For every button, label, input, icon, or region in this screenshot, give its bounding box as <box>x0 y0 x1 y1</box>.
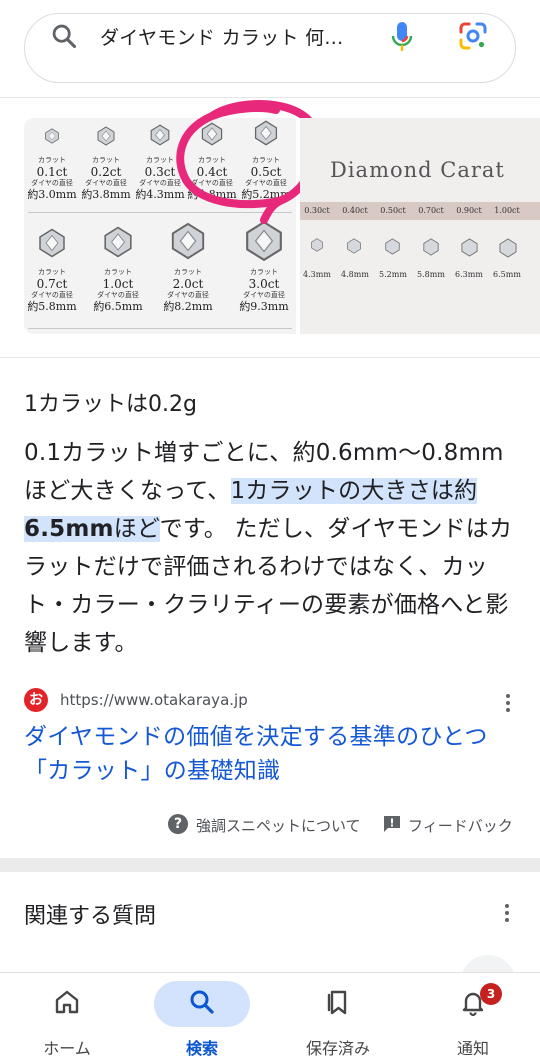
row-divider <box>28 328 292 329</box>
search-icon[interactable] <box>50 22 78 50</box>
diamond-icon <box>347 238 361 254</box>
diamond-icon <box>499 238 517 258</box>
nav-notifications-label: 通知 <box>456 1039 489 1057</box>
diamond-icon <box>45 128 59 144</box>
diameter-word: ダイヤの直径 <box>31 291 73 299</box>
strip-carat: 0.70ct <box>418 206 444 215</box>
nav-search[interactable]: 検索 <box>147 973 257 1057</box>
strip-mm: 5.2mm <box>379 270 407 279</box>
search-query[interactable]: ダイヤモンド カラット 何... <box>100 23 362 50</box>
snippet-footer: ? 強調スニペットについて フィードバック <box>0 812 540 838</box>
strip-mm: 6.3mm <box>455 270 483 279</box>
search-header: ダイヤモンド カラット 何... <box>0 0 540 98</box>
carat-value: 2.0ct <box>172 277 204 291</box>
google-lens-icon[interactable] <box>458 21 488 51</box>
highlight-text: 1カラットの大きさは約 <box>230 478 478 504</box>
more-options-icon[interactable] <box>503 902 511 924</box>
carat-value: 1.0ct <box>102 277 134 291</box>
diamond-icon <box>246 220 282 262</box>
diamond-icon <box>385 238 400 255</box>
diamond-icon <box>104 226 132 258</box>
home-icon <box>55 990 79 1014</box>
help-icon[interactable]: ? <box>168 814 188 834</box>
diamond-icon <box>311 238 323 252</box>
nav-saved[interactable]: 保存済み <box>283 973 393 1057</box>
strip-mm: 6.5mm <box>493 270 521 279</box>
highlight-bold: 6.5mm <box>24 516 114 542</box>
diamond-carat-image[interactable]: Diamond Carat 0.30ct 0.40ct 0.50ct 0.70c… <box>300 118 540 334</box>
hand-drawn-highlight-circle <box>176 100 320 224</box>
carat-word: カラット <box>92 156 120 164</box>
diameter-word: ダイヤの直径 <box>97 291 139 299</box>
diamond-icon <box>150 124 170 146</box>
result-title-link[interactable]: ダイヤモンドの価値を決定する基準のひとつ「カラット」の基礎知識 <box>24 720 518 788</box>
diamond-icon <box>423 238 439 256</box>
diameter-value: 約3.0mm <box>27 188 77 201</box>
diamond-icon <box>171 222 205 260</box>
section-separator <box>0 858 540 872</box>
diameter-value: 約5.8mm <box>27 300 77 313</box>
notification-badge: 3 <box>480 983 502 1005</box>
more-options-icon[interactable] <box>504 692 512 714</box>
strip-carat: 0.50ct <box>380 206 406 215</box>
source-row[interactable]: お https://www.otakaraya.jp <box>24 686 518 716</box>
diamond-icon <box>97 126 115 146</box>
nav-search-label: 検索 <box>185 1039 218 1057</box>
diameter-value: 約9.3mm <box>239 300 289 313</box>
strip-mm: 4.8mm <box>341 270 369 279</box>
feedback-link[interactable]: フィードバック <box>408 815 513 836</box>
nav-home-label: ホーム <box>43 1039 91 1057</box>
carat-value: 3.0ct <box>248 277 280 291</box>
diameter-value: 約6.5mm <box>93 300 143 313</box>
carat-value: 0.2ct <box>90 165 122 179</box>
diameter-value: 約8.2mm <box>163 300 213 313</box>
diamond-icon <box>461 238 478 257</box>
about-snippets-link[interactable]: 強調スニペットについて <box>196 815 361 836</box>
gem-item: カラット 2.0ct ダイヤの直径 約8.2mm <box>160 222 216 313</box>
search-icon <box>190 990 214 1014</box>
carat-value: 0.7ct <box>36 277 68 291</box>
nav-notifications[interactable]: 3 通知 <box>418 973 528 1057</box>
gem-item: カラット 0.2ct ダイヤの直径 約3.8mm <box>78 126 134 201</box>
diameter-word: ダイヤの直径 <box>167 291 209 299</box>
strip-mm: 4.3mm <box>303 270 331 279</box>
image-carousel[interactable]: カラット 0.1ct ダイヤの直径 約3.0mm カラット 0.2ct ダイヤの… <box>24 100 540 334</box>
nav-home[interactable]: ホーム <box>12 973 122 1057</box>
answer-title: 1カラットは0.2g <box>24 392 197 417</box>
strip-carat: 0.40ct <box>342 206 368 215</box>
strip-carat: 0.90ct <box>456 206 482 215</box>
gem-item: カラット 0.1ct ダイヤの直径 約3.0mm <box>24 128 80 201</box>
image-brand-title: Diamond Carat <box>330 158 505 182</box>
saved-bookmark-icon <box>327 990 347 1015</box>
diamond-icon <box>39 228 65 258</box>
related-questions-title: 関連する質問 <box>24 904 157 929</box>
carat-word: カラット <box>250 268 278 276</box>
carat-word: カラット <box>104 268 132 276</box>
diameter-word: ダイヤの直径 <box>31 179 73 187</box>
carat-word: カラット <box>174 268 202 276</box>
bottom-navigation: ホーム 検索 保存済み 3 通知 <box>0 972 540 1057</box>
carat-word: カラット <box>38 268 66 276</box>
gem-item: カラット 1.0ct ダイヤの直径 約6.5mm <box>90 226 146 313</box>
strip-carat: 1.00ct <box>494 206 520 215</box>
gem-item: カラット 0.7ct ダイヤの直径 約5.8mm <box>24 228 80 313</box>
snippet-text: 0.1カラット増すごとに、約0.6mm〜0.8mmほど大きくなって、1カラットの… <box>24 434 518 662</box>
diameter-word: ダイヤの直径 <box>85 179 127 187</box>
diameter-word: ダイヤの直径 <box>243 291 285 299</box>
site-favicon: お <box>24 688 48 712</box>
carat-word: カラット <box>38 156 66 164</box>
highlight-text: ほど <box>113 516 160 542</box>
strip-mm: 5.8mm <box>417 270 445 279</box>
nav-saved-label: 保存済み <box>305 1039 370 1057</box>
diameter-value: 約3.8mm <box>81 188 131 201</box>
microphone-icon[interactable] <box>390 20 414 54</box>
gem-item: カラット 3.0ct ダイヤの直径 約9.3mm <box>236 220 292 313</box>
carat-value: 0.1ct <box>36 165 68 179</box>
feedback-icon[interactable] <box>382 815 402 833</box>
strip-carat: 0.30ct <box>304 206 330 215</box>
section-divider <box>0 357 540 358</box>
source-url[interactable]: https://www.otakaraya.jp <box>60 691 248 709</box>
